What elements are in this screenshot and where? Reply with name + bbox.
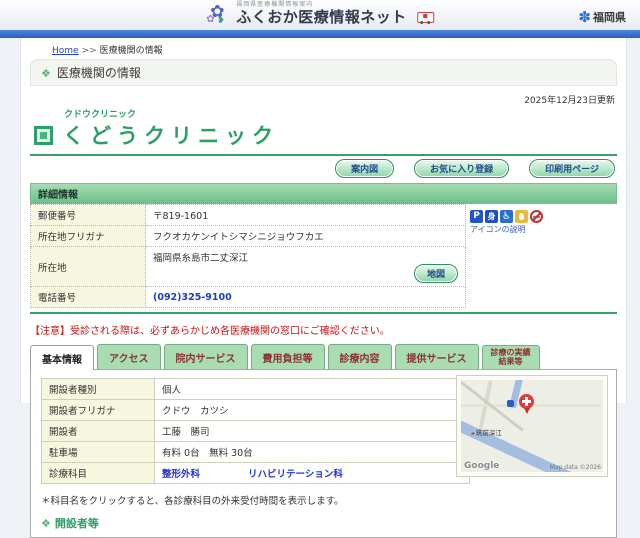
map-copyright: Map data ©2026 (549, 464, 601, 471)
map-frame: 筑前深江 Google Map data ©2026 (456, 375, 608, 477)
map-station-label: 筑前深江 (471, 427, 502, 437)
department-note: ＊科目名をクリックすると、各診療科目の外来受付時間を表示します。 (41, 496, 344, 507)
tab-provided-services[interactable]: 提供サービス (394, 344, 479, 369)
clinic-title-row: くどうクリニック (30, 120, 617, 156)
table-row: 診療科目 整形外科 リハビリテーション科 (41, 462, 470, 484)
site-logo[interactable]: 福岡県医療機関情報案内 ふくおか医療情報ネット (206, 1, 434, 27)
header-divider-bar (0, 30, 640, 38)
action-buttons-row: 案内図 お気に入り登録 印刷用ページ (30, 159, 615, 178)
map-station-icon (507, 400, 514, 407)
clinic-furigana: クドウクリニック (64, 110, 137, 120)
clinic-square-icon-inner (40, 131, 47, 139)
basic-value: クドウ カツシ (154, 399, 470, 421)
tab-treatment-results[interactable]: 診療の実績 結果等 (481, 344, 540, 369)
detail-value: フクオカケンイトシマシニジョウフカエ (145, 225, 466, 247)
table-row: 郵便番号 〒819-1601 (30, 204, 466, 226)
next-section-header: 開設者等 (41, 515, 610, 531)
clinic-map-marker-tip (524, 408, 530, 414)
basic-value: 工藤 勝司 (154, 420, 470, 442)
section-header: 医療機関の情報 (30, 59, 617, 86)
fukuoka-pref-logo[interactable]: 福岡県 (578, 7, 626, 26)
tab-cost-burden[interactable]: 費用負担等 (250, 344, 325, 369)
clinic-square-icon (34, 125, 53, 145)
detail-area: 郵便番号 〒819-1601 所在地フリガナ フクオカケンイトシマシニジョウフカ… (30, 204, 617, 314)
basic-label: 開設者種別 (41, 378, 155, 400)
detail-value: 福岡県糸島市二丈深江 地図 (145, 246, 466, 287)
department-link-rehabilitation[interactable]: リハビリテーション科 (248, 466, 343, 480)
section-diamond-icon (41, 66, 51, 80)
detail-label: 郵便番号 (30, 204, 146, 226)
table-row: 開設者 工藤 勝司 (41, 420, 470, 442)
facility-icon-row: P 身 ♿ (470, 210, 543, 223)
site-header: 福岡県医療機関情報案内 ふくおか医療情報ネット 福岡県 (0, 0, 640, 30)
pref-flower-icon (578, 7, 591, 26)
clinic-map-marker-icon (519, 394, 534, 409)
google-map[interactable]: 筑前深江 Google Map data ©2026 (461, 380, 603, 472)
tab-treatment-results-line2: 結果等 (498, 357, 523, 367)
table-row: 所在地 福岡県糸島市二丈深江 地図 (30, 246, 466, 287)
basic-label: 開設者フリガナ (41, 399, 155, 421)
basic-value: 有料 0台 無料 30台 (154, 441, 470, 463)
pref-name: 福岡県 (593, 10, 626, 24)
facility-icons-area: P 身 ♿ アイコンの説明 (470, 210, 543, 235)
guide-map-button[interactable]: 案内図 (335, 159, 395, 178)
clinic-name: くどうクリニック (63, 124, 279, 148)
tab-hospital-services[interactable]: 院内サービス (163, 344, 248, 369)
parking-icon: P (470, 210, 483, 223)
breadcrumb-separator: >> (81, 46, 97, 56)
site-title: ふくおか医療情報ネット (236, 8, 407, 27)
basic-label: 駐車場 (41, 441, 155, 463)
detail-section-title: 詳細情報 (30, 183, 617, 204)
disability-support-icon: 身 (485, 210, 498, 223)
basic-label: 診療科目 (41, 462, 155, 484)
table-row: 開設者種別 個人 (41, 378, 470, 400)
detail-value: 〒819-1601 (145, 204, 466, 226)
breadcrumb-home-link[interactable]: Home (52, 46, 79, 56)
detail-label: 所在地フリガナ (30, 225, 146, 247)
site-logo-flower-icon (206, 1, 232, 27)
tab-bar: 基本情報 アクセス 院内サービス 費用負担等 診療内容 提供サービス 診療の実績… (30, 344, 617, 370)
table-row: 所在地フリガナ フクオカケンイトシマシニジョウフカエ (30, 225, 466, 247)
table-row: 駐車場 有料 0台 無料 30台 (41, 441, 470, 463)
phone-link[interactable]: (092)325-9100 (153, 292, 232, 303)
next-section-title: 開設者等 (54, 517, 99, 530)
basic-value: 個人 (154, 378, 470, 400)
google-logo: Google (464, 461, 500, 471)
caution-notice: 【注意】受診される際は、必ずあらかじめ各医療機関の窓口にご確認ください。 (30, 326, 390, 337)
section-title: 医療機関の情報 (56, 66, 141, 80)
wheelchair-icon: ♿ (500, 210, 513, 223)
detail-table: 郵便番号 〒819-1601 所在地フリガナ フクオカケンイトシマシニジョウフカ… (30, 204, 466, 308)
breadcrumb-current: 医療機関の情報 (99, 46, 163, 56)
basic-info-panel: 開設者種別 個人 開設者フリガナ クドウ カツシ 開設者 工藤 勝司 駐車場 有… (30, 369, 617, 538)
detail-label: 所在地 (30, 246, 146, 287)
tab-access[interactable]: アクセス (97, 344, 161, 369)
breadcrumb: Home >> 医療機関の情報 (52, 43, 617, 56)
basic-info-table: 開設者種別 個人 開設者フリガナ クドウ カツシ 開設者 工藤 勝司 駐車場 有… (41, 378, 470, 484)
icons-legend-link[interactable]: アイコンの説明 (470, 224, 543, 235)
no-smoking-icon (530, 210, 543, 223)
tab-treatment-results-line1: 診療の実績 (490, 347, 531, 357)
updated-date: 2025年12月23日更新 (524, 96, 615, 106)
address-text: 福岡県糸島市二丈深江 (153, 253, 249, 264)
print-page-button[interactable]: 印刷用ページ (529, 159, 615, 178)
tab-basic-info[interactable]: 基本情報 (30, 345, 94, 370)
ostomate-icon (515, 210, 528, 223)
section-diamond-icon (41, 517, 51, 530)
department-link-orthopedics[interactable]: 整形外科 (162, 466, 200, 480)
favorite-button[interactable]: お気に入り登録 (414, 159, 510, 178)
map-button[interactable]: 地図 (413, 264, 458, 283)
table-row: 電話番号 (092)325-9100 (30, 286, 466, 308)
table-row: 開設者フリガナ クドウ カツシ (41, 399, 470, 421)
main-container: Home>>医療機関の情報 医療機関の情報 2025年12月23日更新 クドウク… (20, 38, 627, 538)
ambulance-icon (416, 11, 434, 24)
tab-treatment-content[interactable]: 診療内容 (327, 344, 392, 369)
detail-label: 電話番号 (30, 286, 146, 308)
basic-label: 開設者 (41, 420, 155, 442)
